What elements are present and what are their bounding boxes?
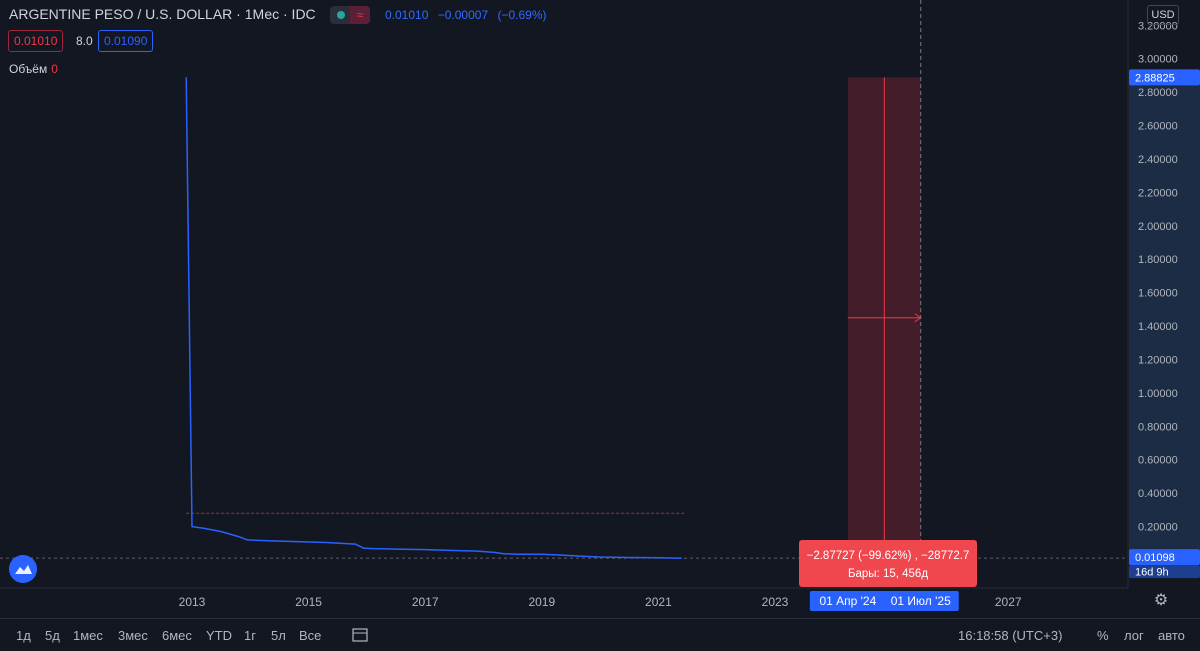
x-tick-label: 2027	[995, 595, 1022, 609]
currency-button[interactable]: USD	[1147, 5, 1179, 25]
measure-start-date: 01 Апр '24	[819, 594, 876, 608]
quote-change-pct: (−0.69%)	[497, 8, 547, 22]
ask-price[interactable]: 0.01090	[98, 30, 154, 52]
y-tick-label: 3.00000	[1138, 54, 1178, 66]
gear-icon[interactable]: ⚙	[1152, 592, 1170, 610]
green-dot-icon[interactable]	[330, 6, 350, 24]
y-tick-label: 0.80000	[1138, 421, 1178, 433]
last-price-label: 0.01098	[1135, 552, 1175, 564]
x-tick-label: 2021	[645, 595, 672, 609]
y-tick-label: 1.00000	[1138, 388, 1178, 400]
measure-info-line2: Бары: 15, 456д	[848, 568, 928, 580]
timeframe-button[interactable]: 6мес	[162, 628, 192, 643]
y-tick-label: 2.00000	[1138, 221, 1178, 233]
quote-change: −0.00007	[437, 8, 489, 22]
y-tick-label: 2.40000	[1138, 154, 1178, 166]
indicator-toggles[interactable]: ≈	[330, 6, 370, 24]
x-tick-label: 2017	[412, 595, 439, 609]
y-tick-label: 1.20000	[1138, 354, 1178, 366]
spread-value: 8.0	[76, 34, 93, 48]
indicator-icon[interactable]: ≈	[350, 6, 370, 24]
quote-summary: 0.01010 −0.00007 (−0.69%)	[385, 8, 553, 22]
timeframe-button[interactable]: 1г	[244, 628, 256, 643]
x-tick-label: 2023	[762, 595, 789, 609]
measure-tool	[847, 77, 922, 559]
y-tick-label: 1.40000	[1138, 321, 1178, 333]
x-tick-label: 2019	[528, 595, 555, 609]
tradingview-logo[interactable]	[9, 555, 37, 583]
y-tick-label: 1.80000	[1138, 254, 1178, 266]
y-tick-label: 1.60000	[1138, 288, 1178, 300]
symbol-title[interactable]: ARGENTINE PESO / U.S. DOLLAR · 1Мес · ID…	[9, 6, 316, 22]
clock[interactable]: 16:18:58 (UTC+3)	[958, 628, 1062, 643]
log-toggle[interactable]: лог	[1124, 628, 1144, 643]
x-tick-label: 2013	[179, 595, 206, 609]
timeframe-button[interactable]: YTD	[206, 628, 232, 643]
price-chart[interactable]: 20132015201720192021202320252027 3.20000…	[0, 0, 1200, 618]
timeframe-button[interactable]: 5д	[45, 628, 60, 643]
y-axis-range-highlight	[1129, 77, 1200, 559]
bottom-toolbar: 1д 5д 1мес 3мес 6мес YTD 1г 5л Все 16:18:58 (UTC…	[0, 618, 1200, 651]
auto-toggle[interactable]: авто	[1158, 628, 1185, 643]
volume-legend[interactable]: Объём 0	[9, 62, 58, 76]
x-tick-label: 2015	[295, 595, 322, 609]
y-tick-label: 2.20000	[1138, 187, 1178, 199]
date-range-icon[interactable]	[352, 627, 370, 643]
measure-end-date: 01 Июл '25	[891, 594, 951, 608]
y-tick-label: 2.60000	[1138, 121, 1178, 133]
measure-info-line1: −2.87727 (−99.62%) , −28772.7	[807, 550, 970, 562]
timeframe-button[interactable]: 5л	[271, 628, 286, 643]
quote-price: 0.01010	[385, 8, 429, 22]
y-tick-label: 0.20000	[1138, 522, 1178, 534]
timeframe-button[interactable]: 3мес	[118, 628, 148, 643]
timeframe-button[interactable]: Все	[299, 628, 321, 643]
timeframe-button[interactable]: 1д	[16, 628, 31, 643]
y-tick-label: 2.80000	[1138, 87, 1178, 99]
bid-price[interactable]: 0.01010	[8, 30, 64, 52]
percent-toggle[interactable]: %	[1097, 628, 1109, 643]
y-tick-label: 0.60000	[1138, 455, 1178, 467]
timeframe-button[interactable]: 1мес	[73, 628, 103, 643]
volume-label: Объём	[9, 62, 48, 76]
y-tick-label: 0.40000	[1138, 488, 1178, 500]
countdown-label: 16d 9h	[1135, 567, 1169, 579]
high-price-label: 2.88825	[1135, 72, 1175, 84]
volume-value: 0	[51, 62, 58, 76]
